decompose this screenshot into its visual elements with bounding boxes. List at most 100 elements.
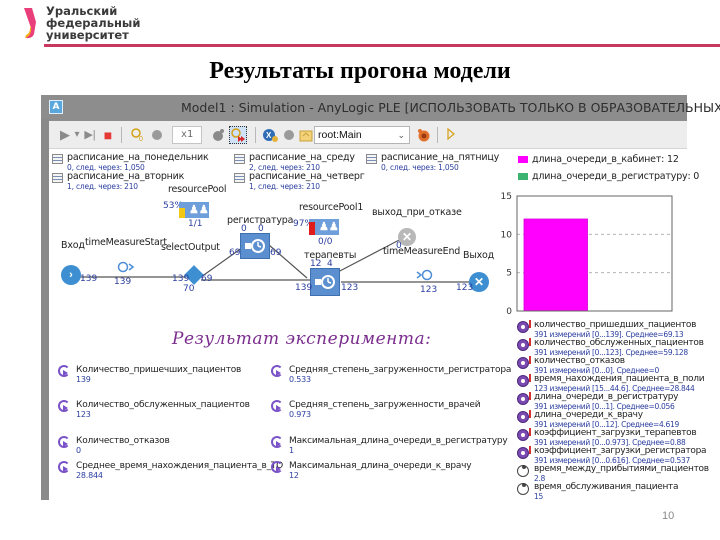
chevron-down-icon: ⌄: [397, 130, 405, 140]
parameter-name: время_обслуживания_пациента: [534, 482, 679, 492]
statistics-icon: [517, 393, 529, 405]
source-label: Вход: [61, 240, 85, 251]
variable-value: 12: [289, 471, 299, 480]
schedule-icon: [234, 154, 245, 164]
variable-icon: [271, 461, 283, 473]
variable-icon: [271, 436, 283, 448]
variable-value: 0.973: [289, 410, 311, 419]
warning-icon: [529, 374, 531, 382]
header-divider: [44, 44, 720, 47]
time-measure-end-block[interactable]: [416, 268, 434, 282]
schedule-name: расписание_на_среду: [249, 152, 355, 163]
parameter-value: 15: [534, 492, 543, 501]
parameter-name: время_между_прибытиями_пациентов: [534, 464, 709, 474]
legend-item-cabinet: длина_очереди_в_кабинет: 12: [518, 154, 679, 165]
utilization-bar: [179, 208, 185, 218]
experiment-button[interactable]: X: [262, 127, 278, 143]
resource-pool1-block[interactable]: ♟♟: [309, 219, 339, 235]
play-outline-icon: [447, 127, 455, 141]
statistics-icon: [517, 339, 529, 351]
home-view-button[interactable]: [299, 127, 313, 143]
y-tick-label: 15: [501, 192, 512, 202]
slide-title: Результаты прогона модели: [209, 58, 511, 84]
speed-field[interactable]: x1: [172, 126, 202, 144]
resource-pool-block[interactable]: ♟♟: [179, 202, 209, 218]
toolbar-separator: [255, 127, 256, 143]
registry-service-block[interactable]: [240, 233, 270, 259]
variable-icon: [58, 365, 70, 377]
toolbar-separator: [121, 127, 122, 143]
window-title: Model1 : Simulation - AnyLogic PLE [ИСПО…: [181, 100, 720, 115]
statistics-icon: [517, 411, 529, 423]
queue-length-bar-chart: 0 5 10 15: [501, 192, 673, 316]
experiment-icon: X: [263, 129, 278, 142]
realtime-mode-button[interactable]: 0: [131, 127, 145, 143]
variable-name: Количество_отказов: [76, 436, 170, 446]
variable-name: Количество_пришечших_пациентов: [76, 365, 242, 375]
virtual-time-icon: [231, 128, 245, 142]
select-false-count: 70: [183, 284, 195, 294]
run-button[interactable]: ▶: [59, 127, 71, 143]
warning-icon: [529, 410, 531, 418]
time-end-count: 123: [420, 285, 438, 295]
parameter-icon: [517, 465, 529, 477]
warning-icon: [529, 428, 531, 436]
select-true-count: 69: [201, 274, 213, 284]
virtual-time-mode-button[interactable]: [229, 126, 247, 144]
statistics-name: коэффициент_загрузки_регистратора: [534, 446, 707, 456]
agent-view-button[interactable]: [415, 127, 431, 143]
legend-swatch: [518, 156, 528, 163]
svg-text:X: X: [266, 131, 272, 140]
source-icon: ›: [69, 269, 73, 281]
source-out-count: 139: [80, 274, 98, 284]
run-dropdown-icon[interactable]: ▾: [73, 127, 81, 143]
warning-icon: [529, 338, 531, 346]
time-measure-start-block[interactable]: [117, 260, 135, 274]
warning-icon: [529, 356, 531, 364]
statistics-name: количество_обслуженных_пациентов: [534, 338, 704, 348]
faster-button[interactable]: [211, 127, 225, 143]
people-icon: ♟♟: [319, 221, 339, 233]
toolbar-separator: [437, 127, 438, 143]
therapists-service-block[interactable]: [310, 268, 340, 296]
anylogic-app-icon: A: [49, 100, 63, 114]
variable-name: Средняя_степень_загруженности_регистрато…: [289, 365, 512, 375]
legend-item-registry: длина_очереди_в_регистратуру: 0: [518, 171, 699, 182]
variable-name: Количество_обслуженных_пациентов: [76, 400, 250, 410]
source-block[interactable]: ›: [61, 265, 81, 285]
speed-up-icon: [213, 129, 224, 141]
root-agent-select[interactable]: root:Main ⌄: [314, 126, 410, 144]
registry-in-count: 69: [229, 248, 241, 258]
legend-label: длина_очереди_в_регистратуру: 0: [532, 171, 700, 182]
variable-value: 123: [76, 410, 91, 419]
statistics-icon: [517, 357, 529, 369]
y-tick-label: 0: [506, 307, 512, 316]
warning-icon: [529, 320, 531, 328]
statistics-name: длина_очереди_к_врачу: [534, 410, 643, 420]
navigate-button[interactable]: [282, 127, 296, 143]
experiment-title: Результат эксперимента:: [172, 329, 432, 349]
variable-value: 0: [76, 446, 81, 455]
step-button[interactable]: ▶|: [81, 127, 99, 143]
variable-name: Максимальная_длина_очереди_к_врачу: [289, 461, 472, 471]
parameter-icon: [517, 483, 529, 495]
stop-button[interactable]: ■: [102, 127, 114, 143]
select-output-label: selectOutput: [161, 242, 220, 253]
statistics-icon: [517, 447, 529, 459]
schedule-name: расписание_на_понедельник: [67, 152, 209, 163]
variable-value: 0.533: [289, 375, 311, 384]
close-icon: ✕: [473, 275, 485, 289]
developer-panel-button[interactable]: [445, 127, 457, 143]
service-clock-icon: [245, 239, 265, 253]
registry-out-count: 69: [270, 248, 282, 258]
statistics-name: длина_очереди_в_регистратуру: [534, 392, 679, 402]
slower-button[interactable]: [150, 127, 164, 143]
stopwatch-icon: [416, 269, 433, 281]
variable-icon: [271, 400, 283, 412]
utilization-bar: [309, 222, 315, 235]
statistics-name: коэффициент_загрузки_терапевтов: [534, 428, 697, 438]
schedule-name: расписание_на_пятницу: [381, 152, 500, 163]
resource-pool1-label: resourcePool1: [299, 202, 364, 213]
variable-value: 1: [289, 446, 294, 455]
resource-pool-available: 1/1: [188, 219, 203, 229]
